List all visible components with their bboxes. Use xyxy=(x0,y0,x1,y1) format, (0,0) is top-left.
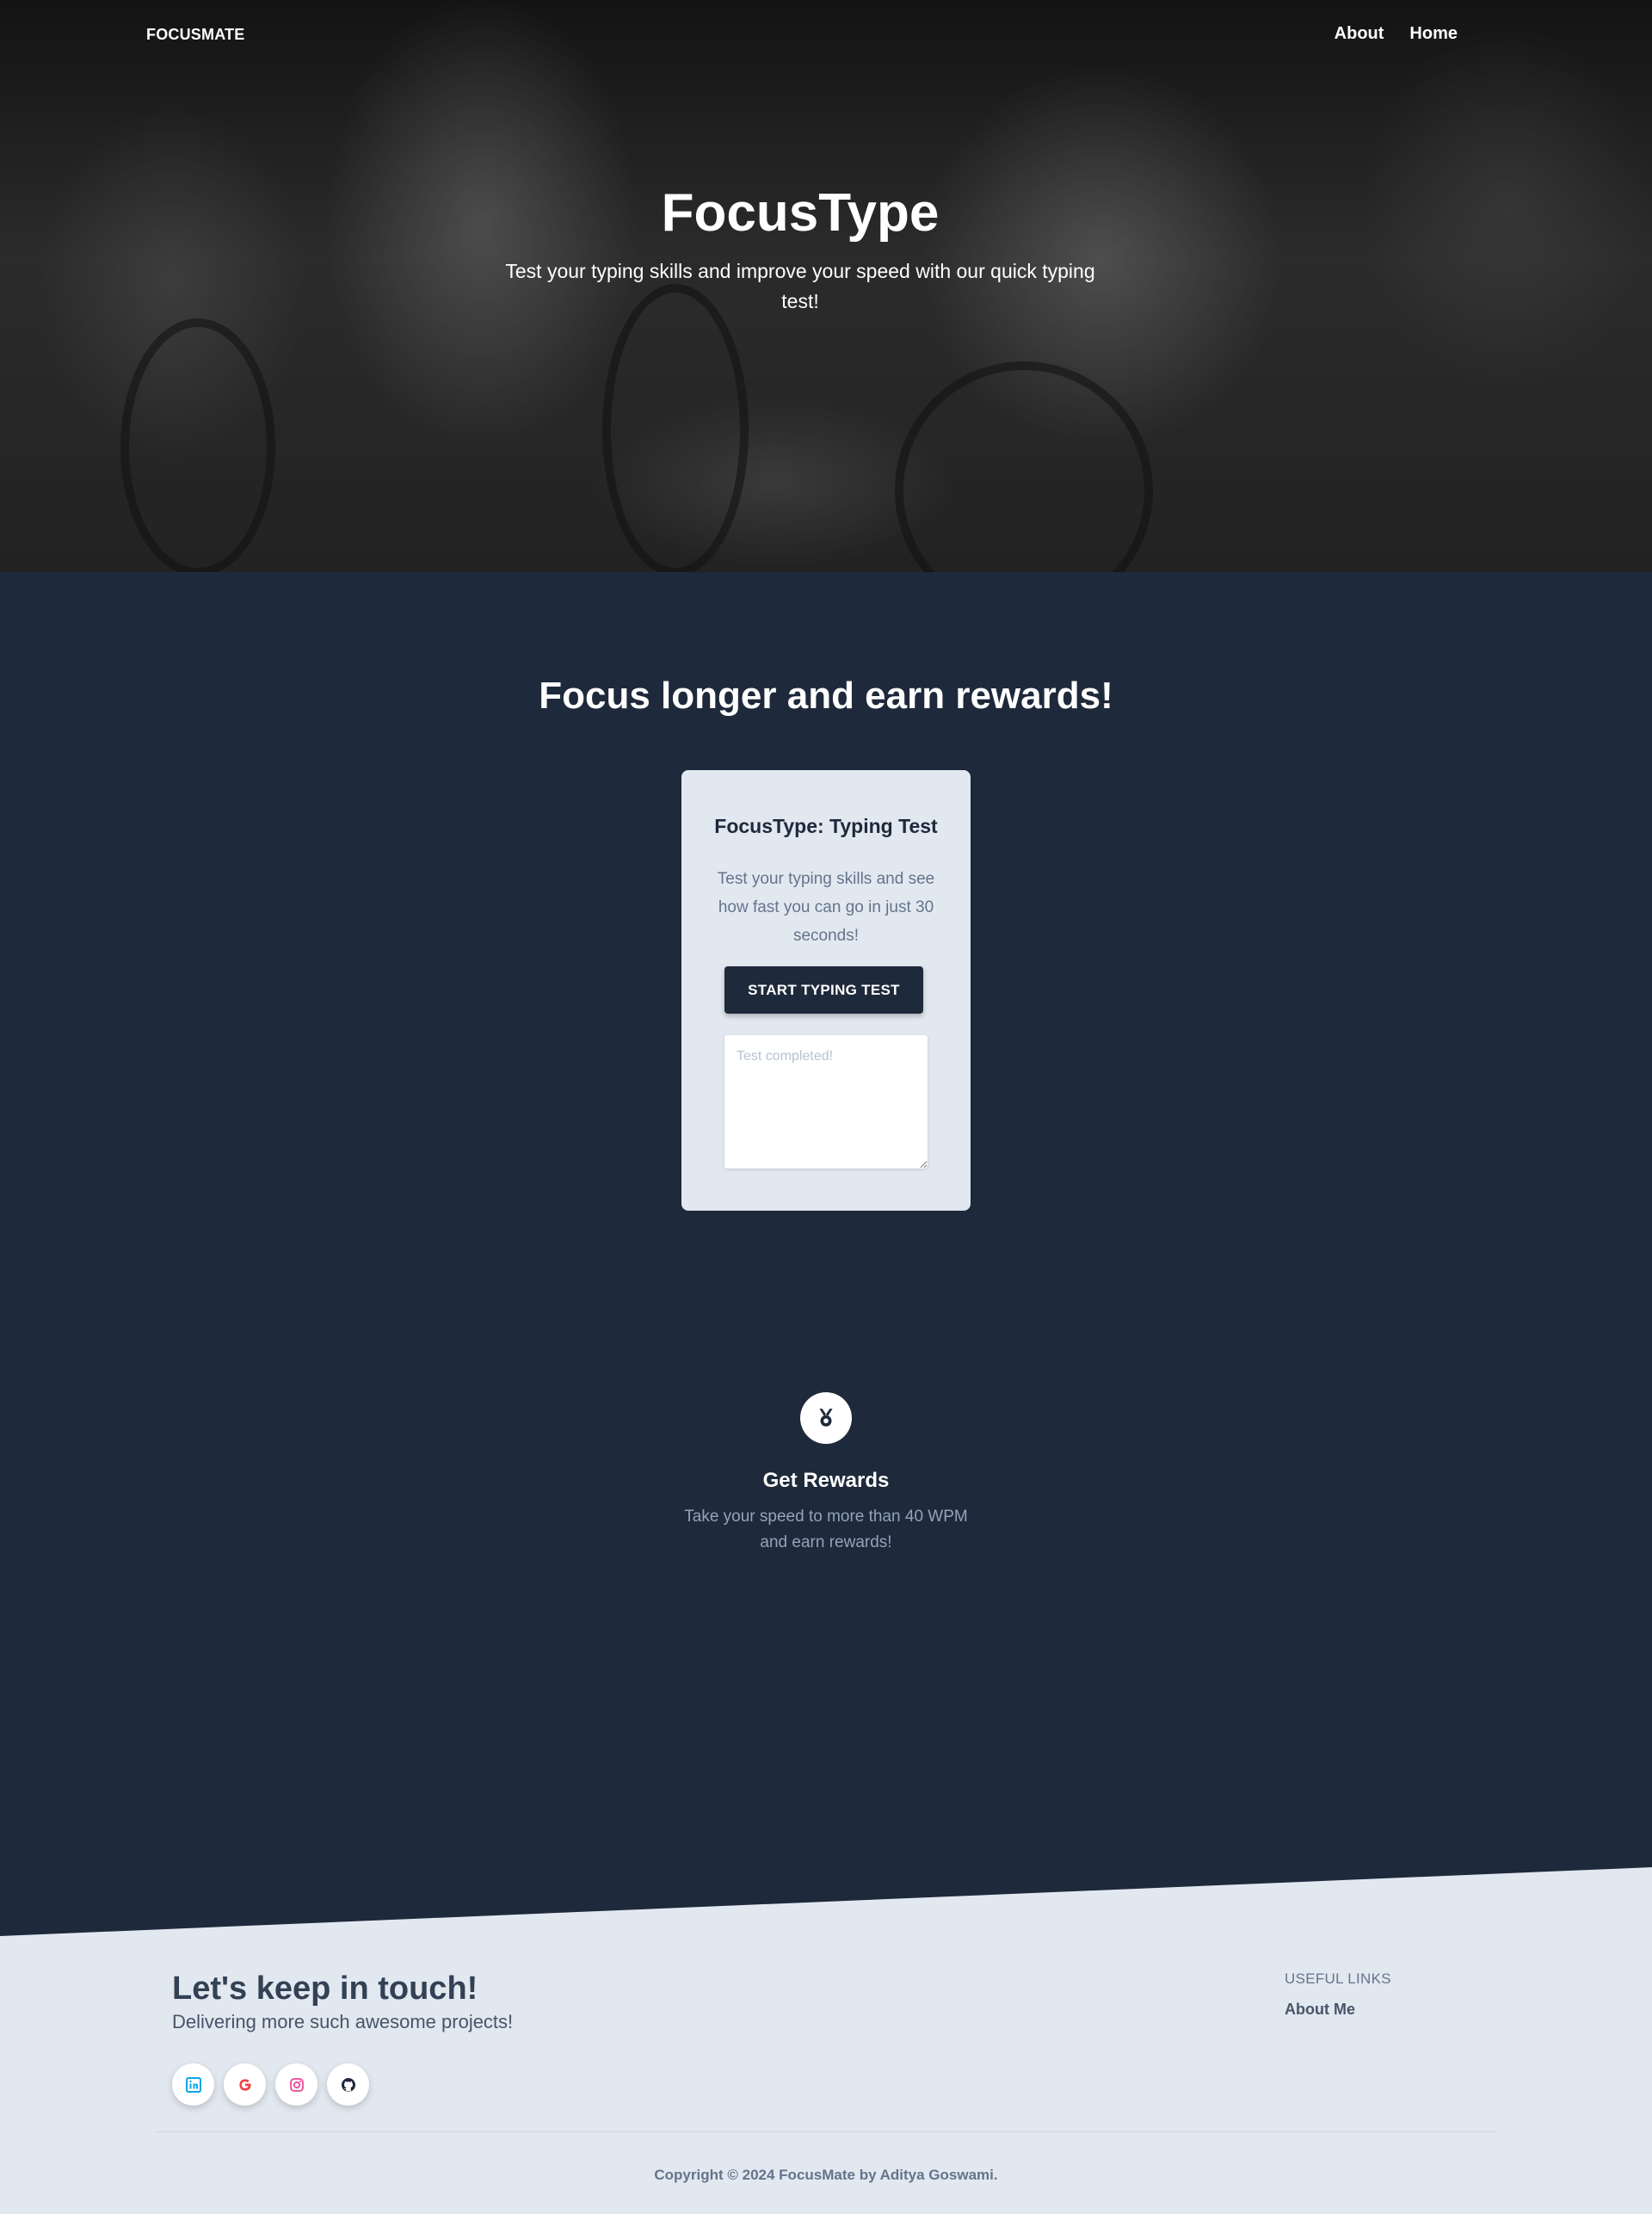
social-links xyxy=(172,2063,369,2106)
copyright-text: Copyright © 2024 FocusMate by Aditya Gos… xyxy=(654,2167,998,2183)
reward-description: Take your speed to more than 40 WPM and … xyxy=(684,1508,968,1551)
linkedin-icon[interactable] xyxy=(172,2063,214,2106)
nav-link-about[interactable]: About xyxy=(1335,24,1384,44)
footer-title: Let's keep in touch! xyxy=(172,1970,478,2007)
card-description: Test your typing skills and see how fast… xyxy=(717,870,935,945)
footer-divider xyxy=(155,2131,1497,2132)
hero-subtitle: Test your typing skills and improve your… xyxy=(505,260,1095,312)
medal-icon xyxy=(800,1392,852,1444)
hero-title: FocusType xyxy=(661,183,940,243)
brand-logo[interactable]: FOCUSMATE xyxy=(146,26,244,44)
top-nav: About Home xyxy=(1335,24,1458,44)
instagram-icon[interactable] xyxy=(275,2063,317,2106)
test-result-textarea[interactable] xyxy=(724,1035,928,1169)
reward-title: Get Rewards xyxy=(762,1469,890,1492)
useful-links-heading: USEFUL LINKS xyxy=(1285,1970,1391,1987)
section-heading: Focus longer and earn rewards! xyxy=(539,675,1113,717)
footer-background xyxy=(0,1867,1652,2214)
card-title: FocusType: Typing Test xyxy=(714,815,938,837)
footer-link-about-me[interactable]: About Me xyxy=(1285,2001,1355,2019)
hero-section: FOCUSMATE About Home FocusType Test your… xyxy=(0,0,1652,572)
nav-link-home[interactable]: Home xyxy=(1409,24,1458,44)
start-typing-test-button[interactable]: START TYPING TEST xyxy=(724,966,923,1014)
google-icon[interactable] xyxy=(224,2063,266,2106)
typing-test-card: FocusType: Typing Test Test your typing … xyxy=(681,770,971,1211)
github-icon[interactable] xyxy=(327,2063,369,2106)
footer-subtitle: Delivering more such awesome projects! xyxy=(172,2011,514,2032)
